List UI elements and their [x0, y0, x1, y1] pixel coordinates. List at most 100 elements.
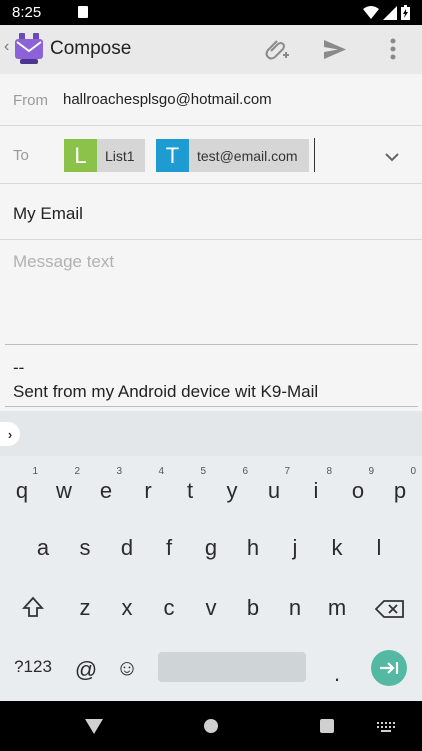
key-o[interactable]: 9o — [340, 466, 376, 512]
keyboard-switch-icon[interactable] — [377, 721, 395, 739]
signature-separator[interactable]: -- — [13, 358, 24, 378]
key-char: ☺ — [115, 655, 139, 680]
back-icon[interactable]: ‹ — [4, 38, 9, 56]
from-account[interactable]: hallroachesplsgo@hotmail.com — [63, 91, 272, 108]
key-char: f — [165, 535, 173, 560]
key-c[interactable]: c — [151, 583, 187, 629]
app-icon[interactable] — [14, 33, 44, 70]
key-hint: 5 — [200, 466, 206, 477]
recipient-chip-test-email[interactable]: T test@email.com — [156, 139, 309, 172]
key-hint: 0 — [410, 466, 416, 477]
spacebar[interactable] — [158, 652, 306, 682]
suggestion-strip: › — [0, 411, 422, 456]
key-f[interactable]: f — [151, 523, 187, 569]
back-nav-icon[interactable] — [85, 719, 103, 739]
key-char: g — [204, 535, 218, 560]
text-cursor[interactable] — [314, 138, 315, 172]
to-row: To L List1 T test@email.com — [0, 126, 422, 184]
key-hint: 3 — [116, 466, 122, 477]
key-at[interactable]: @ — [68, 645, 104, 691]
key-char: t — [186, 478, 194, 503]
key-y[interactable]: 6y — [214, 466, 250, 512]
key-l[interactable]: l — [361, 523, 397, 569]
recipient-name: test@email.com — [197, 147, 298, 164]
key-char: q — [15, 478, 29, 503]
key-q[interactable]: 1q — [4, 466, 40, 512]
key-char: k — [331, 535, 343, 560]
battery-icon — [401, 5, 410, 20]
key-n[interactable]: n — [277, 583, 313, 629]
message-area[interactable]: Message text -- Sent from my Android dev… — [0, 240, 422, 411]
recipient-avatar: L — [64, 139, 97, 172]
key-b[interactable]: b — [235, 583, 271, 629]
key-a[interactable]: a — [25, 523, 61, 569]
subject-row[interactable]: My Email — [0, 184, 422, 240]
key-char: d — [120, 535, 134, 560]
shift-icon[interactable] — [15, 584, 51, 630]
key-i[interactable]: 8i — [298, 466, 334, 512]
key-period[interactable]: . — [319, 649, 355, 695]
key-char: i — [313, 478, 319, 503]
message-placeholder[interactable]: Message text — [13, 252, 114, 272]
keyboard: › 1q 2w 3e 4r 5t 6y 7u 8i 9o 0p a s d f … — [0, 411, 422, 701]
key-char: z — [79, 595, 91, 620]
enter-next-icon[interactable] — [371, 650, 407, 686]
signal-icon — [383, 5, 397, 20]
key-char: ?123 — [14, 657, 52, 676]
from-label: From — [13, 92, 48, 109]
key-char: b — [246, 595, 260, 620]
key-k[interactable]: k — [319, 523, 355, 569]
send-icon[interactable] — [324, 40, 346, 64]
emoji-icon[interactable]: ☺ — [109, 643, 145, 689]
backspace-icon[interactable] — [370, 584, 410, 630]
key-char: y — [226, 478, 238, 503]
key-z[interactable]: z — [67, 583, 103, 629]
key-x[interactable]: x — [109, 583, 145, 629]
chevron-down-icon[interactable] — [385, 149, 399, 167]
key-u[interactable]: 7u — [256, 466, 292, 512]
overflow-menu-icon[interactable] — [390, 38, 396, 65]
app-toolbar: ‹ Compose — [0, 25, 422, 74]
key-hint: 9 — [368, 466, 374, 477]
recents-nav-icon[interactable] — [319, 718, 335, 739]
wifi-icon — [363, 5, 379, 19]
key-h[interactable]: h — [235, 523, 271, 569]
key-hint: 7 — [284, 466, 290, 477]
key-hint: 1 — [32, 466, 38, 477]
key-char: v — [205, 595, 217, 620]
key-g[interactable]: g — [193, 523, 229, 569]
expand-suggestions-icon[interactable]: › — [0, 422, 20, 446]
key-m[interactable]: m — [319, 583, 355, 629]
subject-field[interactable]: My Email — [13, 204, 83, 224]
key-char: x — [121, 595, 133, 620]
key-d[interactable]: d — [109, 523, 145, 569]
signature-text[interactable]: Sent from my Android device wit K9-Mail — [13, 382, 318, 402]
recipient-chip-list1[interactable]: L List1 — [64, 139, 145, 172]
page-title: Compose — [50, 38, 132, 59]
status-time: 8:25 — [12, 4, 42, 21]
key-char: j — [292, 535, 298, 560]
key-char: c — [163, 595, 175, 620]
navigation-bar — [0, 701, 422, 751]
key-t[interactable]: 5t — [172, 466, 208, 512]
key-p[interactable]: 0p — [382, 466, 418, 512]
key-v[interactable]: v — [193, 583, 229, 629]
key-hint: 2 — [74, 466, 80, 477]
key-hint: 8 — [326, 466, 332, 477]
from-row[interactable]: From hallroachesplsgo@hotmail.com — [0, 74, 422, 126]
key-char: o — [351, 478, 365, 503]
sd-card-icon — [78, 6, 88, 18]
home-nav-icon[interactable] — [203, 718, 219, 739]
recipient-avatar: T — [156, 139, 189, 172]
signature-underline — [5, 406, 418, 407]
symbols-key[interactable]: ?123 — [8, 645, 58, 691]
key-j[interactable]: j — [277, 523, 313, 569]
message-underline — [5, 344, 418, 345]
key-w[interactable]: 2w — [46, 466, 82, 512]
key-char: e — [99, 478, 113, 503]
key-e[interactable]: 3e — [88, 466, 124, 512]
key-r[interactable]: 4r — [130, 466, 166, 512]
key-s[interactable]: s — [67, 523, 103, 569]
attach-icon[interactable] — [263, 37, 291, 68]
key-char: s — [79, 535, 91, 560]
